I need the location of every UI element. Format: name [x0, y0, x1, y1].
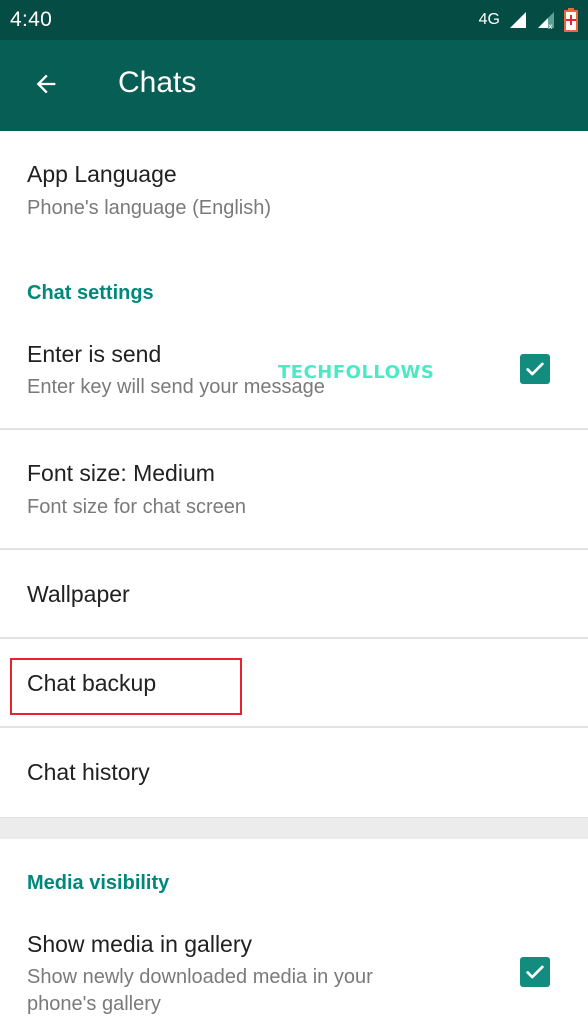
status-bar: 4:40 4G x — [0, 0, 588, 40]
setting-subtitle-line2: phone's gallery — [27, 993, 161, 1015]
enter-is-send-checkbox[interactable] — [520, 354, 550, 384]
page-title: Chats — [118, 66, 197, 99]
setting-title: Enter is send — [27, 341, 162, 367]
status-time: 4:40 — [10, 8, 53, 31]
setting-wallpaper[interactable]: Wallpaper — [0, 550, 588, 637]
section-header-chat-settings: Chat settings — [27, 282, 154, 304]
setting-subtitle: Phone's language (English) — [27, 197, 271, 219]
svg-text:x: x — [548, 22, 553, 30]
setting-title: Font size: Medium — [27, 460, 215, 486]
setting-title: App Language — [27, 161, 177, 187]
section-separator — [0, 817, 588, 839]
setting-chat-history[interactable]: Chat history — [0, 728, 588, 816]
back-button[interactable] — [26, 64, 66, 104]
watermark: TECHFOLLOWS — [278, 362, 435, 383]
setting-title: Show media in gallery — [27, 931, 253, 957]
setting-title: Chat history — [27, 759, 150, 785]
battery-charging-icon — [564, 8, 578, 32]
checkmark-icon — [526, 965, 544, 979]
show-media-checkbox[interactable] — [520, 957, 550, 987]
setting-subtitle: Font size for chat screen — [27, 496, 246, 518]
arrow-left-icon — [36, 74, 56, 94]
network-type-label: 4G — [478, 11, 500, 28]
setting-subtitle-line1: Show newly downloaded media in your — [27, 966, 373, 988]
setting-title: Wallpaper — [27, 581, 130, 607]
setting-font-size[interactable]: Font size: Medium Font size for chat scr… — [0, 430, 588, 548]
signal-full-icon — [510, 12, 526, 28]
setting-title: Chat backup — [27, 670, 157, 696]
setting-chat-backup[interactable]: Chat backup — [0, 639, 588, 726]
signal-no-sim-icon: x — [538, 12, 554, 30]
setting-app-language[interactable]: App Language Phone's language (English) — [0, 131, 588, 251]
checkmark-icon — [526, 362, 544, 376]
section-header-media-visibility: Media visibility — [27, 872, 170, 894]
status-icons: 4G x — [479, 8, 578, 32]
app-bar: Chats — [0, 40, 588, 131]
setting-show-media-in-gallery[interactable]: Show media in gallery Show newly downloa… — [0, 920, 588, 1024]
